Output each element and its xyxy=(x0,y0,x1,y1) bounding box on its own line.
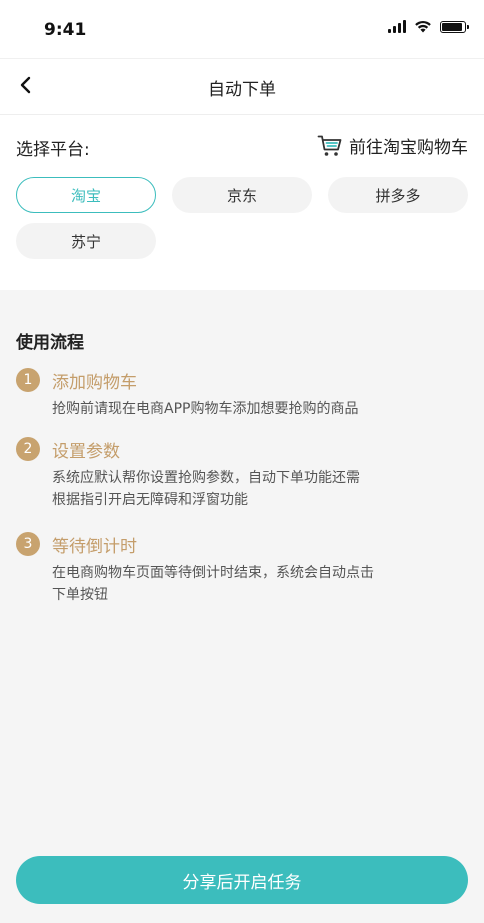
navigation-bar: 自动下单 xyxy=(0,58,484,114)
status-time: 9:41 xyxy=(44,20,87,40)
step-2-description: 系统应默认帮你设置抢购参数，自动下单功能还需 根据指引开启无障碍和浮窗功能 xyxy=(52,467,432,511)
battery-icon xyxy=(440,20,469,33)
platform-option-taobao[interactable]: 淘宝 xyxy=(16,177,156,213)
step-1-description: 抢购前请现在电商APP购物车添加想要抢购的商品 xyxy=(52,398,432,420)
cellular-signal-icon xyxy=(388,20,406,33)
step-3-desc-line: 下单按钮 xyxy=(52,587,108,603)
step-1-title: 添加购物车 xyxy=(52,373,137,393)
wifi-icon xyxy=(415,20,431,33)
step-2-desc-line: 系统应默认帮你设置抢购参数，自动下单功能还需 xyxy=(52,470,360,486)
step-2-title: 设置参数 xyxy=(52,442,120,462)
platform-option-suning[interactable]: 苏宁 xyxy=(16,223,156,259)
platform-option-jd[interactable]: 京东 xyxy=(172,177,312,213)
page-title: 自动下单 xyxy=(208,80,276,100)
status-icons xyxy=(388,20,469,33)
step-3-badge: 3 xyxy=(16,532,40,556)
share-and-start-task-button[interactable]: 分享后开启任务 xyxy=(16,856,468,904)
platform-option-pinduoduo[interactable]: 拼多多 xyxy=(328,177,468,213)
step-3-desc-line: 在电商购物车页面等待倒计时结束，系统会自动点击 xyxy=(52,565,374,581)
platform-label: 选择平台: xyxy=(16,140,90,160)
step-1-desc-line: 抢购前请现在电商APP购物车添加想要抢购的商品 xyxy=(52,401,359,417)
cart-link-label: 前往淘宝购物车 xyxy=(349,138,468,158)
usage-flow-title: 使用流程 xyxy=(16,333,84,353)
step-2-badge: 2 xyxy=(16,437,40,461)
step-2-desc-line: 根据指引开启无障碍和浮窗功能 xyxy=(52,492,248,508)
platform-selector-card: 选择平台: 前往淘宝购物车 淘宝 京东 拼多多 苏宁 xyxy=(0,114,484,290)
step-3-description: 在电商购物车页面等待倒计时结束，系统会自动点击 下单按钮 xyxy=(52,562,432,606)
step-1-badge: 1 xyxy=(16,368,40,392)
status-bar: 9:41 xyxy=(0,0,484,58)
top-bar: 9:41 自动下单 xyxy=(0,0,484,114)
go-to-taobao-cart-link[interactable]: 前往淘宝购物车 xyxy=(317,133,468,158)
step-3-title: 等待倒计时 xyxy=(52,537,137,557)
shopping-cart-icon xyxy=(317,135,342,156)
